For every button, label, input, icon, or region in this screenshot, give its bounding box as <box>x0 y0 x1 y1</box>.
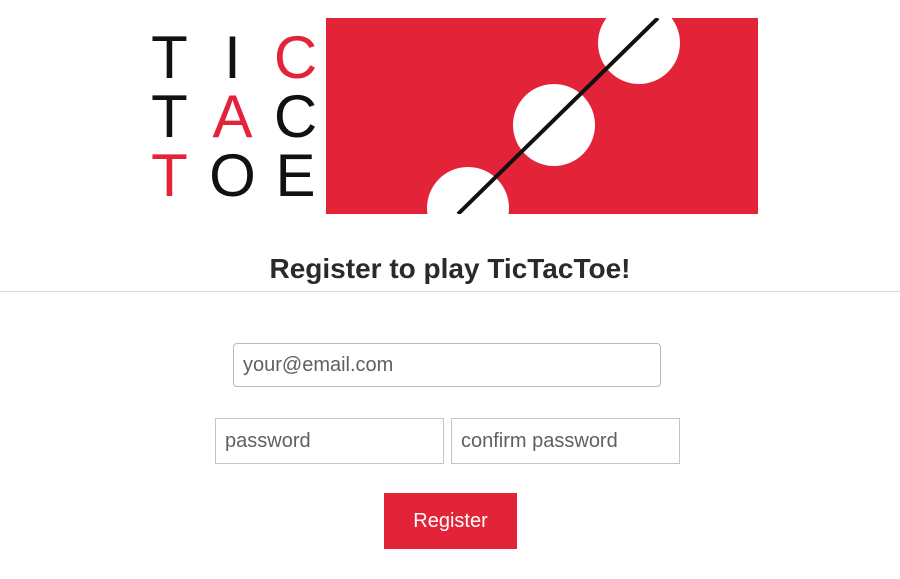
logo-letter: T <box>151 142 188 209</box>
logo-wordmark: T I C T A C T O E <box>140 24 325 209</box>
page-title: Register to play TicTacToe! <box>269 253 631 284</box>
logo-row-tic: T I C <box>140 24 325 91</box>
confirm-password-field[interactable] <box>451 418 680 464</box>
logo-letter: A <box>212 83 253 150</box>
logo-letter: I <box>224 24 241 91</box>
logo-banner-graphic <box>326 18 758 214</box>
logo-letter: T <box>151 24 188 91</box>
logo-letter: O <box>209 142 256 209</box>
logo-row-tac: T A C <box>140 83 325 150</box>
logo-letter: T <box>151 83 188 150</box>
email-field[interactable] <box>233 343 661 387</box>
logo-letter: C <box>273 83 318 150</box>
logo-letter: E <box>275 142 316 209</box>
banner-circle-middle <box>513 84 595 166</box>
logo-row-toe: T O E <box>140 142 325 209</box>
register-button[interactable]: Register <box>384 493 517 549</box>
password-field[interactable] <box>215 418 444 464</box>
divider <box>0 291 900 292</box>
logo-letter: C <box>273 24 318 91</box>
